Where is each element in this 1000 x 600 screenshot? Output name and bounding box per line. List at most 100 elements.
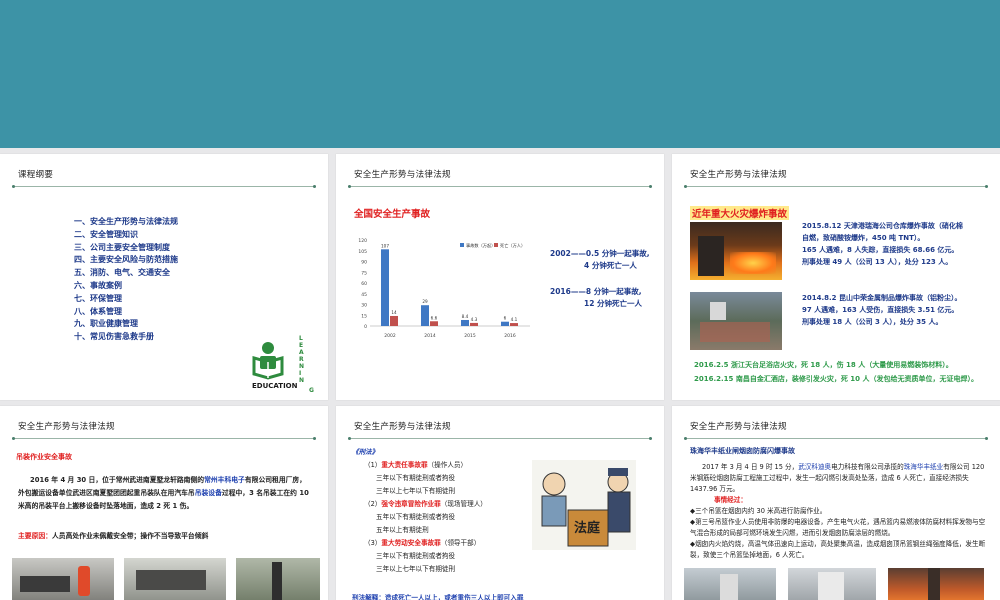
x-tick-label: 2014 <box>424 333 436 339</box>
slide-title: 安全生产形势与法律法规 <box>690 422 787 432</box>
chimney-photo-1 <box>684 568 776 600</box>
title-divider <box>348 184 652 188</box>
bar-2015-0 <box>461 319 469 326</box>
svg-text:A: A <box>299 349 304 356</box>
svg-text:N: N <box>299 377 304 384</box>
x-tick-label: 2002 <box>384 333 396 339</box>
section-heading: 珠海华丰纸业闸烟囱防腐闪爆事故 <box>690 447 795 455</box>
y-tick-label: 90 <box>361 260 367 266</box>
data-label: 4.3 <box>471 317 478 322</box>
court-sign: 法庭 <box>574 520 601 536</box>
learning-education-logo: EDUCATION LEARNING <box>252 332 318 394</box>
toc-item: 八、体系管理 <box>74 306 122 316</box>
title-divider <box>12 436 316 440</box>
slide-chimney-flash-explosion[interactable]: 安全生产形势与法律法规 珠海华丰纸业闸烟囱防腐闪爆事故 2017 年 3 月 4… <box>672 406 1000 600</box>
data-label: 29 <box>422 299 428 304</box>
y-tick-label: 105 <box>358 249 367 255</box>
y-tick-label: 60 <box>361 281 367 287</box>
section-heading: 吊装作业安全事故 <box>16 453 72 461</box>
toc-item: 三、公司主要安全管理制度 <box>74 242 170 252</box>
bar-2002-0 <box>381 249 389 326</box>
x-tick-label: 2016 <box>504 333 516 339</box>
y-tick-label: 45 <box>361 292 367 298</box>
slide-crane-accident[interactable]: 安全生产形势与法律法规 吊装作业安全事故 2016 年 4 月 30 日，位于常… <box>0 406 328 600</box>
bar-2016-0 <box>501 321 509 326</box>
data-label: 4.1 <box>511 317 518 322</box>
section-heading: 近年重大火灾爆炸事故 <box>690 206 790 220</box>
legend-swatch <box>494 243 498 247</box>
y-tick-label: 0 <box>364 324 367 330</box>
court-cartoon: 法庭 <box>532 460 636 550</box>
section-heading: 全国安全生产事故 <box>354 209 431 220</box>
slide-title: 课程纲要 <box>18 170 54 180</box>
bar-2014-0 <box>421 305 429 326</box>
slide-course-outline[interactable]: 课程纲要 一、安全生产形势与法律法规 二、安全管理知识 三、公司主要安全管理制度… <box>0 154 328 400</box>
nanchang-note: 2016.2.15 南昌自金汇酒店，装修引发火灾，死 10 人（发包给无资质单位… <box>694 375 978 383</box>
svg-text:N: N <box>299 363 304 370</box>
chimney-case-text: 2017 年 3 月 4 日 9 时 15 分，武汉科迪奥电力科技有限公司承揽的… <box>690 463 986 559</box>
tianjin-case-text: 2015.8.12 天津港瑞海公司仓库爆炸事故（硝化棉 自燃，致硝酸铵爆炸，45… <box>802 222 963 266</box>
stat-line: 12 分钟死亡一人 <box>584 299 643 308</box>
y-tick-label: 75 <box>361 270 367 276</box>
tianjin-explosion-photo <box>690 222 782 280</box>
toc-list: 一、安全生产形势与法律法规 二、安全管理知识 三、公司主要安全管理制度 四、主要… <box>74 216 178 344</box>
toc-item: 九、职业健康管理 <box>74 319 138 329</box>
toc-item: 七、环保管理 <box>74 293 122 303</box>
x-tick-label: 2015 <box>464 333 476 339</box>
y-tick-label: 30 <box>361 303 367 309</box>
logo-text: EDUCATION <box>252 382 298 390</box>
slide-title: 安全生产形势与法律法规 <box>18 422 115 432</box>
crane-photo-3 <box>236 558 320 600</box>
data-label: 6 <box>504 316 507 321</box>
title-divider <box>348 436 652 440</box>
bar-2016-1 <box>510 323 518 326</box>
accident-bar-chart: 0 15 30 45 60 75 90 105 120 107 14 2002 29 6.6 2014 8.4… <box>352 232 538 342</box>
toc-item: 一、安全生产形势与法律法规 <box>74 217 178 226</box>
chimney-photo-3 <box>888 568 984 600</box>
legend-swatch <box>460 243 464 247</box>
bar-2002-1 <box>390 315 398 326</box>
crane-photo-2 <box>124 558 226 600</box>
title-divider <box>684 436 988 440</box>
toc-item: 二、安全管理知识 <box>74 229 138 239</box>
y-tick-label: 120 <box>358 238 367 244</box>
kunshan-explosion-photo <box>690 292 782 350</box>
title-divider <box>12 184 316 188</box>
stat-line: 2016——8 分钟一起事故, <box>550 287 642 296</box>
y-tick-label: 15 <box>361 313 367 319</box>
criminal-law-list: 《刑法》 （1）重大责任事故罪（操作人员） 三年以下有期徒刑或者拘役 三年以上七… <box>352 448 487 573</box>
slide-title: 安全生产形势与法律法规 <box>354 170 451 180</box>
slide-national-accidents[interactable]: 安全生产形势与法律法规 全国安全生产事故 0 15 30 45 60 75 90 105 120… <box>336 154 664 400</box>
bar-2014-1 <box>430 321 438 326</box>
stat-2002: 2002——0.5 分钟一起事故, 4 分钟死亡一人 <box>550 248 650 272</box>
law-book-title: 《刑法》 <box>352 448 379 456</box>
stat-2016: 2016——8 分钟一起事故, 12 分钟死亡一人 <box>550 286 642 310</box>
slide-fire-explosions[interactable]: 安全生产形势与法律法规 近年重大火灾爆炸事故 2015.8.12 天津港瑞海公司… <box>672 154 1000 400</box>
svg-text:R: R <box>299 356 304 363</box>
crane-cause: 主要原因：人员高处作业未佩戴安全带；操作不当导致平台倾斜 <box>18 532 209 540</box>
chimney-photo-2 <box>788 568 876 600</box>
data-label: 107 <box>381 243 389 248</box>
tiantai-note: 2016.2.5 浙江天台足浴店火灾，死 18 人，伤 18 人（大量使用易燃装… <box>694 361 953 369</box>
svg-text:G: G <box>309 387 314 394</box>
title-divider <box>684 184 988 188</box>
toc-item: 六、事故案例 <box>74 280 122 290</box>
bar-2015-1 <box>470 322 478 326</box>
svg-text:E: E <box>299 342 303 349</box>
data-label: 6.6 <box>431 315 438 320</box>
crane-photo-1 <box>12 558 114 600</box>
header-banner <box>0 0 1000 148</box>
stat-line: 2002——0.5 分钟一起事故, <box>550 249 650 258</box>
slide-title: 安全生产形势与法律法规 <box>354 422 451 432</box>
data-label: 8.4 <box>462 314 469 319</box>
svg-text:I: I <box>299 370 301 377</box>
data-label: 14 <box>391 310 397 315</box>
legend-label: 死亡（万人） <box>500 242 525 249</box>
crane-case-text: 2016 年 4 月 30 日，位于常州武进南夏墅龙轩路南侧的常州丰科电子有限公… <box>18 476 309 510</box>
toc-item: 五、消防、电气、交通安全 <box>74 268 170 278</box>
svg-text:L: L <box>299 335 303 342</box>
law-explanation: 刑法解释：造成死亡一人以上，或者重伤三人以上即可入罪 <box>352 594 524 600</box>
stat-line: 4 分钟死亡一人 <box>584 261 637 270</box>
kunshan-case-text: 2014.8.2 昆山中荣金属制品爆炸事故（铝粉尘）。 97 人遇难，163 人… <box>802 294 962 326</box>
slide-criminal-law[interactable]: 安全生产形势与法律法规 《刑法》 （1）重大责任事故罪（操作人员） 三年以下有期… <box>336 406 664 600</box>
